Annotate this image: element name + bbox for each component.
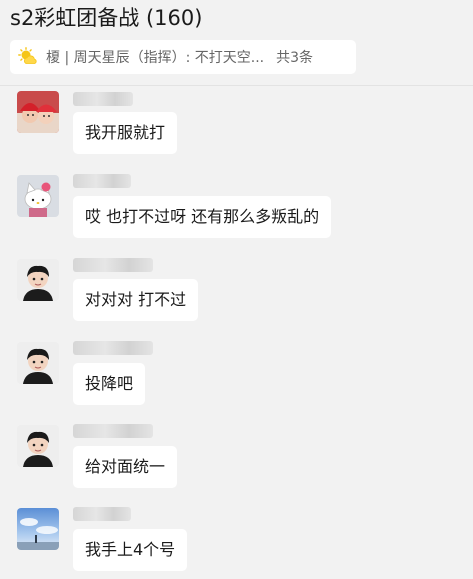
sender-name[interactable] — [73, 174, 131, 188]
avatar-boy-black-shirt — [17, 342, 59, 384]
pinned-summary: 榎 | 周天星辰（指挥）: 不打天空... — [46, 50, 265, 66]
message-bubble[interactable]: 投降吧 — [73, 363, 146, 405]
message-bubble[interactable]: 我手上4个号 — [73, 529, 188, 571]
avatar[interactable] — [17, 508, 59, 550]
chat-header: s2彩虹团备战 (160) 榎 | 周天星辰（指挥）: 不打天空... 共3条 — [0, 0, 473, 86]
sender-name[interactable] — [73, 258, 153, 272]
sender-name[interactable] — [73, 424, 153, 438]
sender-name[interactable] — [73, 92, 133, 106]
avatar[interactable] — [17, 425, 59, 467]
chat-title[interactable]: s2彩虹团备战 (160) — [10, 4, 202, 32]
avatar[interactable] — [17, 175, 59, 217]
avatar-boy-black-shirt — [17, 259, 59, 301]
sender-name[interactable] — [73, 341, 153, 355]
message-list[interactable]: 我开服就打 哎 也打不过呀 还有那么多叛乱的 对对对 打不过 投降吧 给对面统一… — [0, 86, 473, 579]
message-bubble[interactable]: 我开服就打 — [73, 112, 178, 154]
avatar-red-hat-kids — [17, 91, 59, 133]
avatar-hello-kitty — [17, 175, 59, 217]
avatar[interactable] — [17, 259, 59, 301]
pinned-announcement-bar[interactable]: 榎 | 周天星辰（指挥）: 不打天空... 共3条 — [10, 40, 356, 74]
sender-name[interactable] — [73, 507, 131, 521]
sun-cloud-icon — [18, 47, 37, 64]
message-bubble[interactable]: 哎 也打不过呀 还有那么多叛乱的 — [73, 196, 332, 238]
avatar[interactable] — [17, 91, 59, 133]
avatar[interactable] — [17, 342, 59, 384]
avatar-boy-black-shirt — [17, 425, 59, 467]
avatar-sky-scene — [17, 508, 59, 550]
message-bubble[interactable]: 给对面统一 — [73, 446, 178, 488]
message-bubble[interactable]: 对对对 打不过 — [73, 279, 199, 321]
pinned-count[interactable]: 共3条 — [276, 47, 313, 67]
